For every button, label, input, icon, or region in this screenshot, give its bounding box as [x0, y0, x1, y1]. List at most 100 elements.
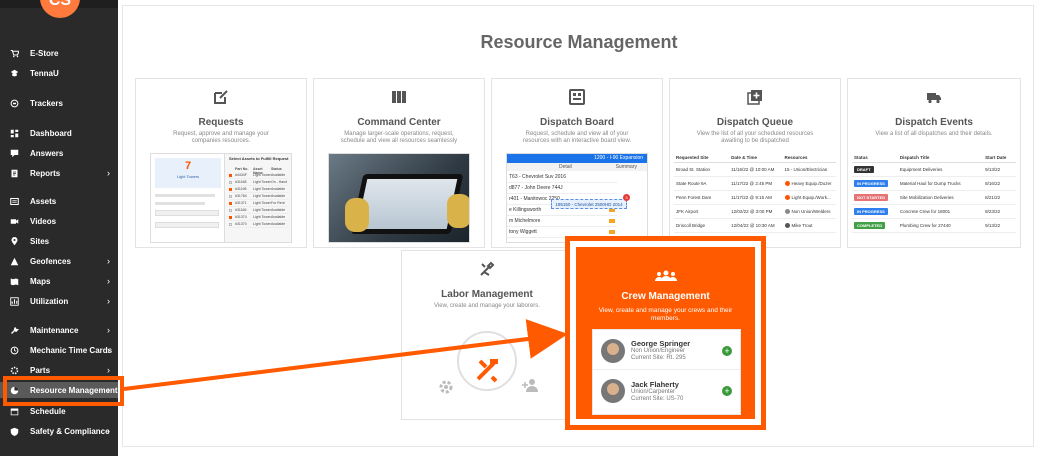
member-site: Current Site: Rt. 295	[631, 355, 686, 361]
sidebar-item-trackers[interactable]: Trackers	[0, 95, 118, 111]
row-checkbox[interactable]	[229, 195, 232, 198]
table-row[interactable]: IN PROGRESS Concrete Crew for 18001 8/23/2…	[852, 205, 1016, 219]
card-description: View the list of all your scheduled reso…	[696, 131, 814, 144]
sidebar-item-answers[interactable]: Answers	[0, 145, 118, 161]
board-resource-row[interactable]: T63 - Chevrolet Suv 2016	[507, 172, 617, 183]
row-checkbox[interactable]	[229, 216, 232, 219]
columns-icon	[391, 89, 407, 105]
table-cell: IN PROGRESS	[852, 180, 898, 187]
crew-management-card[interactable]: Crew Management View, create and manage …	[576, 247, 755, 419]
table-row[interactable]: #31166 Light Tower 6Available	[229, 207, 289, 214]
board-resource-row[interactable]: m Michelmore	[507, 216, 617, 227]
member-avatar	[601, 379, 625, 403]
sidebar-item-maps[interactable]: Maps ›	[0, 273, 118, 289]
table-header-cell: Start Date	[985, 155, 1007, 160]
table-row[interactable]: Driscoll Bridge 12/04/22 @ 10:30 AM Mike T…	[674, 219, 836, 233]
table-header-cell: Resources	[784, 155, 808, 160]
cell-text: Driscoll Bridge	[676, 223, 706, 228]
table-row[interactable]: Broad St. Station 11/16/22 @ 10:00 AM 15 -…	[674, 163, 836, 177]
row-checkbox[interactable]	[229, 174, 232, 177]
chevron-right-icon: ›	[107, 276, 110, 286]
dispatch-board-preview: 1200 - I-90 Expansion Detail Summary T63…	[506, 153, 648, 243]
sidebar-item-label: Schedule	[30, 406, 66, 416]
row-checkbox[interactable]	[229, 181, 232, 184]
table-row[interactable]: #4434F Light Tower 1Available	[229, 172, 289, 179]
crew-member-row[interactable]: Jack Flaherty Union/Carpenter Current Si…	[593, 372, 740, 410]
sidebar-item-label: Trackers	[30, 98, 63, 108]
sidebar-item-tennau[interactable]: TennaU	[0, 65, 118, 81]
request-summary-panel: 7 Light Towers	[151, 154, 225, 242]
sidebar-item-reports[interactable]: Reports ›	[0, 165, 118, 181]
requests-preview: 7 Light Towers Select Assets to Fulfill …	[150, 153, 292, 243]
crew-management-highlight: Crew Management View, create and manage …	[565, 236, 766, 430]
table-cell: 8/16/22	[985, 181, 1001, 186]
table-row[interactable]: DRAFT Equipment Deliveries 9/13/22	[852, 163, 1016, 177]
table-row[interactable]: #31784 Light Tower 4Available	[229, 193, 289, 200]
member-site: Current Site: US-70	[631, 395, 684, 402]
table-cell: Plumbing Crew for 27440	[899, 223, 951, 228]
table-row[interactable]: #31374 Light Tower 7Available	[229, 214, 289, 221]
table-cell: 15 - Union/Electrician	[783, 167, 836, 172]
avatar[interactable]: CS	[40, 0, 80, 18]
table-cell: 12/04/22 @ 10:30 AM	[729, 223, 782, 228]
table-row[interactable]: NOT STARTED Site Mobilization Deliveries 8…	[852, 191, 1016, 205]
labor-management-card[interactable]: Labor Management View, create and manage…	[401, 250, 573, 420]
sidebar-item-label: Geofences	[30, 256, 71, 266]
table-cell: #31374	[235, 215, 247, 219]
command-center-card[interactable]: Command Center Manage larger-scale opera…	[313, 78, 485, 248]
card-title: Dispatch Board	[540, 117, 614, 128]
command-center-photo	[328, 153, 470, 243]
sidebar-item-maintenance[interactable]: Maintenance ›	[0, 322, 118, 338]
sidebar-item-label: E-Store	[30, 48, 59, 58]
row-checkbox[interactable]	[229, 202, 232, 205]
sidebar-item-assets[interactable]: Assets	[0, 193, 118, 209]
sidebar-item-geofences[interactable]: Geofences ›	[0, 253, 118, 269]
table-cell: #31168	[235, 180, 247, 184]
sidebar-item-e-store[interactable]: E-Store	[0, 45, 118, 61]
board-expansion-label: 1200 - I-90 Expansion	[594, 155, 643, 161]
table-cell: Available	[271, 222, 286, 226]
sidebar-item-label: Videos	[30, 216, 57, 226]
table-row[interactable]: Penn Forest Dam 11/17/22 @ 9:15 AM Light E…	[674, 191, 836, 205]
card-title: Crew Management	[621, 291, 710, 302]
dispatch-board-card[interactable]: Dispatch Board Request, schedule and vie…	[491, 78, 663, 248]
sidebar-item-safety-compliance[interactable]: Safety & Compliance ›	[0, 423, 118, 439]
add-member-icon[interactable]: +	[722, 345, 732, 356]
table-cell: Available	[271, 173, 286, 177]
row-checkbox[interactable]	[229, 223, 232, 226]
table-cell: 8/21/22	[985, 195, 1001, 200]
table-row[interactable]: State Route 9A 11/17/22 @ 2:45 PM Heavy Eq…	[674, 177, 836, 191]
table-row[interactable]: JFK Airport 12/02/22 @ 3:00 PM Non Union/W…	[674, 205, 836, 219]
sidebar-item-mechanic-time-cards[interactable]: Mechanic Time Cards ›	[0, 342, 118, 358]
requests-card[interactable]: Requests Request, approve and manage you…	[135, 78, 307, 248]
dispatch-queue-card[interactable]: Dispatch Queue View the list of all your…	[669, 78, 841, 248]
add-member-icon[interactable]: +	[722, 386, 732, 396]
card-description: View, create and manage your crews and t…	[598, 307, 733, 322]
table-cell: 12/02/22 @ 3:00 PM	[729, 209, 782, 214]
table-row[interactable]: COMPLETED Plumbing Crew for 27440 9/13/22	[852, 219, 1016, 233]
row-checkbox[interactable]	[229, 188, 232, 191]
request-count: 7 Light Towers	[155, 158, 221, 188]
row-checkbox[interactable]	[229, 209, 232, 212]
table-cell: Light Tower 7	[253, 215, 271, 219]
request-count-label: Light Towers	[176, 174, 200, 179]
sidebar-item-utilization[interactable]: Utilization ›	[0, 293, 118, 309]
sidebar-item-videos[interactable]: Videos	[0, 213, 118, 229]
crew-member-row[interactable]: George Springer Non Union/Engineer Curre…	[593, 332, 740, 370]
table-row[interactable]: #31370 Light Tower 8Available	[229, 221, 289, 228]
table-cell: Light Tower 1	[253, 173, 271, 177]
dispatch-events-card[interactable]: Dispatch Events View a list of all dispa…	[847, 78, 1021, 248]
sidebar-item-label: Maintenance	[30, 325, 79, 335]
add-user-icon	[522, 377, 540, 393]
cell-text: 11/16/22 @ 10:00 AM	[731, 167, 775, 172]
table-row[interactable]: IN PROGRESS Material Haul for Dump Trucks…	[852, 177, 1016, 191]
table-row[interactable]: #31198 Light Tower 3Available	[229, 186, 289, 193]
sidebar-item-sites[interactable]: Sites	[0, 233, 118, 249]
table-row[interactable]: #31371 Light Tower 5For Rent	[229, 200, 289, 207]
table-cell: Available	[271, 187, 286, 191]
table-row[interactable]: #31168 Light Tower 2On - Hand	[229, 179, 289, 186]
table-cell: Mike Trout	[783, 223, 836, 229]
board-resource-row[interactable]: d877 - John Deere 744J	[507, 183, 617, 194]
sidebar-item-dashboard[interactable]: Dashboard	[0, 125, 118, 141]
table-cell: #31784	[235, 194, 247, 198]
